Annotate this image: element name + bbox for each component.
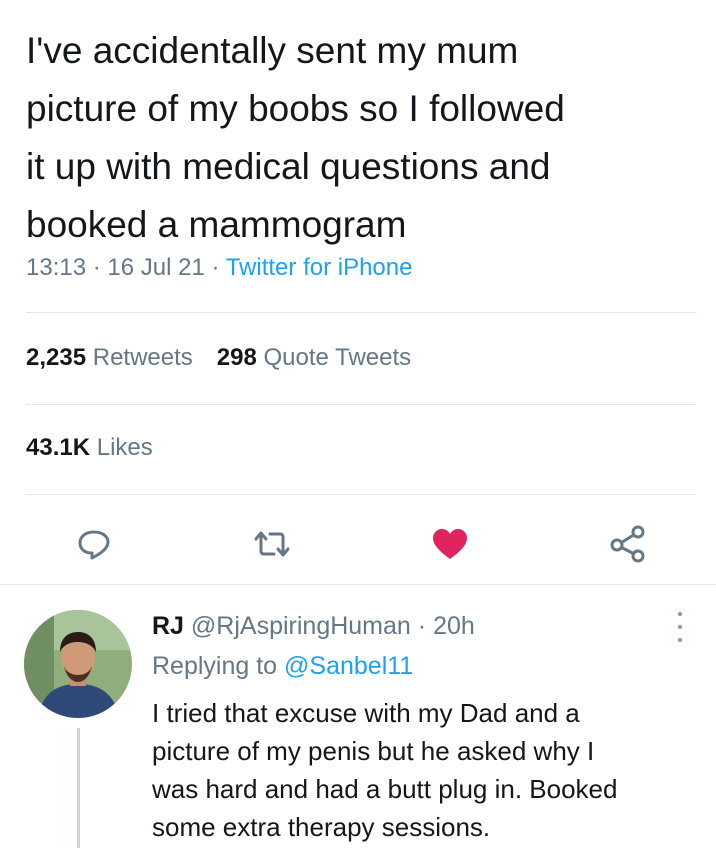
tweet-date: 16 Jul 21 <box>107 254 205 281</box>
retweets-count: 2,235 <box>26 344 87 371</box>
share-button[interactable] <box>606 522 650 566</box>
retweet-stats-row: 2,235 Retweets 298 Quote Tweets <box>26 344 411 372</box>
retweets-link[interactable]: 2,235 Retweets <box>26 344 193 371</box>
reply-tweet[interactable]: RJ @RjAspiringHuman · 20h Replying to @S… <box>0 588 716 848</box>
meta-separator: · <box>417 612 427 640</box>
divider <box>26 494 696 495</box>
like-button[interactable] <box>428 522 472 566</box>
reply-text: I tried that excuse with my Dad and a pi… <box>152 698 618 842</box>
likes-stats-row: 43.1K Likes <box>26 434 153 462</box>
profile-photo-icon <box>24 610 132 718</box>
quote-tweets-label: Quote Tweets <box>263 344 412 371</box>
meta-separator: · <box>92 254 101 281</box>
avatar[interactable] <box>24 610 132 718</box>
more-dot-icon <box>678 625 682 629</box>
more-dot-icon <box>678 612 682 616</box>
thread-line <box>77 728 80 848</box>
reply-button[interactable] <box>72 522 116 566</box>
divider <box>26 312 696 313</box>
retweet-icon <box>254 531 290 557</box>
likes-link[interactable]: 43.1K Likes <box>26 434 153 461</box>
reply-handle[interactable]: @RjAspiringHuman <box>191 612 411 640</box>
likes-label: Likes <box>96 434 153 461</box>
reply-display-name[interactable]: RJ <box>152 612 184 640</box>
more-dot-icon <box>678 638 682 642</box>
replying-to-mention[interactable]: @Sanbel11 <box>284 652 413 680</box>
tweet-metadata: 13:13 · 16 Jul 21 · Twitter for iPhone <box>26 254 412 282</box>
reply-header: RJ @RjAspiringHuman · 20h <box>152 612 475 641</box>
like-icon <box>433 529 467 559</box>
replying-to: Replying to @Sanbel11 <box>152 652 413 681</box>
divider <box>0 584 716 585</box>
tweet-time: 13:13 <box>26 254 87 281</box>
more-options-button[interactable] <box>670 612 690 642</box>
likes-count: 43.1K <box>26 434 91 461</box>
retweets-label: Retweets <box>92 344 193 371</box>
tweet-source-link[interactable]: Twitter for iPhone <box>226 254 413 281</box>
tweet-action-bar <box>0 516 716 572</box>
divider <box>26 404 696 405</box>
reply-icon <box>78 530 110 560</box>
retweet-button[interactable] <box>250 522 294 566</box>
meta-separator: · <box>211 254 220 281</box>
replying-to-prefix: Replying to <box>152 652 278 680</box>
quote-tweets-count: 298 <box>216 344 257 371</box>
tweet-text: I've accidentally sent my mum picture of… <box>26 30 565 245</box>
share-icon <box>610 525 645 563</box>
reply-age[interactable]: 20h <box>433 612 475 640</box>
quote-tweets-link[interactable]: 298 Quote Tweets <box>217 344 411 371</box>
